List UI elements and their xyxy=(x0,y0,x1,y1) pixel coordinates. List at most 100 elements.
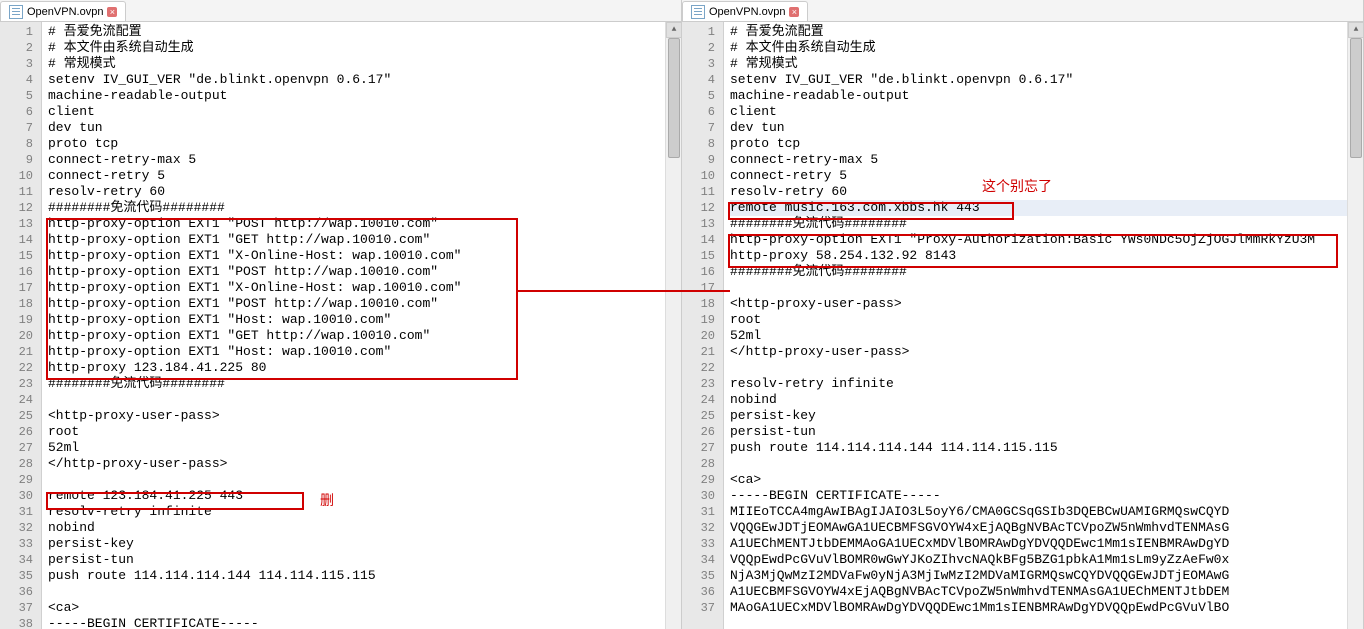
line-number: 7 xyxy=(682,120,715,136)
code-line[interactable]: MAoGA1UECxMDVlBOMRAwDgYDVQQDEwc1Mm1sIENB… xyxy=(730,600,1347,616)
left-tab[interactable]: OpenVPN.ovpn × xyxy=(0,1,126,21)
scroll-thumb[interactable] xyxy=(1350,38,1362,158)
code-line[interactable]: <ca> xyxy=(730,472,1347,488)
code-line[interactable]: persist-key xyxy=(48,536,665,552)
code-line[interactable]: client xyxy=(730,104,1347,120)
code-line[interactable]: http-proxy-option EXT1 "X-Online-Host: w… xyxy=(48,280,665,296)
code-line[interactable]: -----BEGIN CERTIFICATE----- xyxy=(48,616,665,629)
code-line[interactable]: http-proxy-option EXT1 "Host: wap.10010.… xyxy=(48,312,665,328)
code-line[interactable]: root xyxy=(48,424,665,440)
code-line[interactable]: http-proxy 123.184.41.225 80 xyxy=(48,360,665,376)
code-line[interactable]: # 常规模式 xyxy=(48,56,665,72)
code-line[interactable]: <http-proxy-user-pass> xyxy=(730,296,1347,312)
line-number: 26 xyxy=(0,424,33,440)
code-line[interactable]: A1UECBMFSGVOYW4xEjAQBgNVBAcTCVpoZW5nWmhv… xyxy=(730,584,1347,600)
scroll-thumb[interactable] xyxy=(668,38,680,158)
code-line[interactable]: ########免流代码######## xyxy=(730,216,1347,232)
code-line[interactable]: 52ml xyxy=(730,328,1347,344)
close-icon[interactable]: × xyxy=(107,7,117,17)
code-line[interactable]: <http-proxy-user-pass> xyxy=(48,408,665,424)
code-line[interactable] xyxy=(48,472,665,488)
code-line[interactable] xyxy=(730,456,1347,472)
right-tab[interactable]: OpenVPN.ovpn × xyxy=(682,1,808,21)
code-line[interactable]: -----BEGIN CERTIFICATE----- xyxy=(730,488,1347,504)
code-line[interactable]: resolv-retry 60 xyxy=(730,184,1347,200)
right-editor[interactable]: 1234567891011121314151617181920212223242… xyxy=(682,22,1363,629)
code-line[interactable]: # 吾爱免流配置 xyxy=(730,24,1347,40)
code-line[interactable]: dev tun xyxy=(730,120,1347,136)
line-number: 25 xyxy=(682,408,715,424)
line-number: 20 xyxy=(682,328,715,344)
code-line[interactable]: dev tun xyxy=(48,120,665,136)
code-line[interactable] xyxy=(730,360,1347,376)
code-line[interactable]: nobind xyxy=(48,520,665,536)
code-line[interactable]: resolv-retry infinite xyxy=(730,376,1347,392)
right-scrollbar[interactable]: ▲ xyxy=(1347,22,1363,629)
code-line[interactable]: resolv-retry 60 xyxy=(48,184,665,200)
code-line[interactable]: connect-retry-max 5 xyxy=(48,152,665,168)
code-line[interactable]: http-proxy-option EXT1 "GET http://wap.1… xyxy=(48,328,665,344)
code-line[interactable]: VQQpEwdPcGVuVlBOMR0wGwYJKoZIhvcNAQkBFg5B… xyxy=(730,552,1347,568)
code-line[interactable]: ########免流代码######## xyxy=(730,264,1347,280)
code-line[interactable]: client xyxy=(48,104,665,120)
code-line[interactable]: ########免流代码######## xyxy=(48,376,665,392)
code-line[interactable] xyxy=(48,584,665,600)
code-line[interactable]: NjA3MjQwMzI2MDVaFw0yNjA3MjIwMzI2MDVaMIGR… xyxy=(730,568,1347,584)
code-line[interactable]: proto tcp xyxy=(48,136,665,152)
scroll-up-icon[interactable]: ▲ xyxy=(1348,22,1363,38)
code-line[interactable] xyxy=(730,280,1347,296)
code-line[interactable]: http-proxy-option EXT1 "Host: wap.10010.… xyxy=(48,344,665,360)
code-line[interactable]: machine-readable-output xyxy=(48,88,665,104)
line-number: 2 xyxy=(0,40,33,56)
code-line[interactable]: persist-tun xyxy=(730,424,1347,440)
code-line[interactable]: </http-proxy-user-pass> xyxy=(730,344,1347,360)
right-code[interactable]: # 吾爱免流配置# 本文件由系统自动生成# 常规模式setenv IV_GUI_… xyxy=(724,22,1347,629)
close-icon[interactable]: × xyxy=(789,7,799,17)
scroll-up-icon[interactable]: ▲ xyxy=(666,22,681,38)
line-number: 3 xyxy=(0,56,33,72)
code-line[interactable]: root xyxy=(730,312,1347,328)
code-line[interactable]: VQQGEwJDTjEOMAwGA1UECBMFSGVOYW4xEjAQBgNV… xyxy=(730,520,1347,536)
code-line[interactable]: push route 114.114.114.144 114.114.115.1… xyxy=(730,440,1347,456)
code-line[interactable]: remote 123.184.41.225 443 xyxy=(48,488,665,504)
code-line[interactable]: persist-tun xyxy=(48,552,665,568)
line-number: 7 xyxy=(0,120,33,136)
code-line[interactable]: 52ml xyxy=(48,440,665,456)
code-line[interactable]: connect-retry-max 5 xyxy=(730,152,1347,168)
line-number: 33 xyxy=(682,536,715,552)
code-line[interactable]: push route 114.114.114.144 114.114.115.1… xyxy=(48,568,665,584)
code-line[interactable]: # 本文件由系统自动生成 xyxy=(730,40,1347,56)
code-line[interactable]: proto tcp xyxy=(730,136,1347,152)
code-line[interactable]: </http-proxy-user-pass> xyxy=(48,456,665,472)
left-editor[interactable]: 1234567891011121314151617181920212223242… xyxy=(0,22,681,629)
code-line[interactable]: connect-retry 5 xyxy=(48,168,665,184)
code-line[interactable]: http-proxy 58.254.132.92 8143 xyxy=(730,248,1347,264)
code-line[interactable]: http-proxy-option EXT1 "Proxy-Authorizat… xyxy=(730,232,1347,248)
code-line[interactable]: http-proxy-option EXT1 "POST http://wap.… xyxy=(48,296,665,312)
code-line[interactable]: ########免流代码######## xyxy=(48,200,665,216)
code-line[interactable]: # 吾爱免流配置 xyxy=(48,24,665,40)
code-line[interactable]: connect-retry 5 xyxy=(730,168,1347,184)
code-line[interactable]: http-proxy-option EXT1 "POST http://wap.… xyxy=(48,264,665,280)
code-line[interactable]: http-proxy-option EXT1 "POST http://wap.… xyxy=(48,216,665,232)
code-line[interactable]: machine-readable-output xyxy=(730,88,1347,104)
code-line[interactable]: A1UEChMENTJtbDEMMAoGA1UECxMDVlBOMRAwDgYD… xyxy=(730,536,1347,552)
left-scrollbar[interactable]: ▲ xyxy=(665,22,681,629)
code-line[interactable]: remote music.163.com.xbbs.hk 443 xyxy=(730,200,1347,216)
code-line[interactable]: http-proxy-option EXT1 "X-Online-Host: w… xyxy=(48,248,665,264)
code-line[interactable]: setenv IV_GUI_VER "de.blinkt.openvpn 0.6… xyxy=(730,72,1347,88)
code-line[interactable]: # 常规模式 xyxy=(730,56,1347,72)
left-code[interactable]: # 吾爱免流配置# 本文件由系统自动生成# 常规模式setenv IV_GUI_… xyxy=(42,22,665,629)
code-line[interactable]: resolv-retry infinite xyxy=(48,504,665,520)
line-number: 28 xyxy=(0,456,33,472)
code-line[interactable] xyxy=(48,392,665,408)
code-line[interactable]: # 本文件由系统自动生成 xyxy=(48,40,665,56)
code-line[interactable]: nobind xyxy=(730,392,1347,408)
code-line[interactable]: http-proxy-option EXT1 "GET http://wap.1… xyxy=(48,232,665,248)
code-line[interactable]: setenv IV_GUI_VER "de.blinkt.openvpn 0.6… xyxy=(48,72,665,88)
line-number: 32 xyxy=(0,520,33,536)
line-number: 29 xyxy=(0,472,33,488)
code-line[interactable]: persist-key xyxy=(730,408,1347,424)
code-line[interactable]: <ca> xyxy=(48,600,665,616)
code-line[interactable]: MIIEoTCCA4mgAwIBAgIJAIO3L5oyY6/CMA0GCSqG… xyxy=(730,504,1347,520)
